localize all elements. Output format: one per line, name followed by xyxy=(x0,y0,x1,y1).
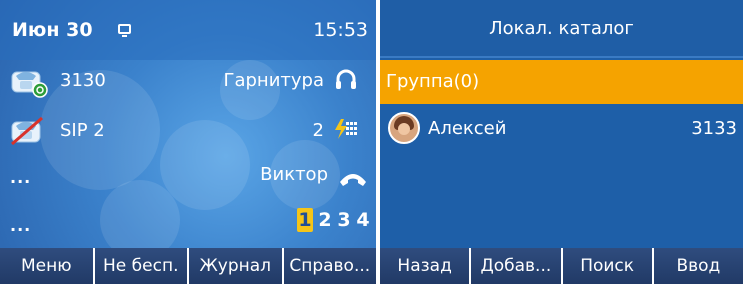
status-bar: Июн 30 15:53 xyxy=(0,0,376,60)
line-label-4[interactable]: ... xyxy=(10,216,31,235)
page-2[interactable]: 2 xyxy=(318,209,332,231)
page-indicator: 1 2 3 4 xyxy=(297,208,370,232)
history-softkey[interactable]: Журнал xyxy=(189,248,284,284)
headset-label: Гарнитура xyxy=(223,70,325,91)
add-softkey[interactable]: Добав... xyxy=(471,248,563,284)
directory-screen: Локал. каталог Группа(0) Алексей 3133 На… xyxy=(380,0,743,284)
search-softkey[interactable]: Поиск xyxy=(563,248,654,284)
softkey-bar: Назад Добав... Поиск Ввод xyxy=(380,248,743,284)
headset-icon xyxy=(334,68,358,92)
page-4[interactable]: 4 xyxy=(356,209,370,231)
page-title: Локал. каталог xyxy=(380,0,743,58)
softkey-bar: Меню Не бесп. Журнал Справо... xyxy=(0,248,376,284)
caller-name[interactable]: Виктор xyxy=(260,164,328,185)
idle-screen: Июн 30 15:53 3130 SIP 2 ... ... Гарнитур… xyxy=(0,0,376,284)
missed-call-count: 2 xyxy=(312,120,324,141)
status-date: Июн 30 xyxy=(12,19,93,41)
registered-phone-icon[interactable] xyxy=(10,66,54,98)
menu-softkey[interactable]: Меню xyxy=(0,248,95,284)
directory-softkey[interactable]: Справо... xyxy=(284,248,377,284)
contact-number: 3133 xyxy=(691,118,737,139)
enter-softkey[interactable]: Ввод xyxy=(654,248,743,284)
line-label-2[interactable]: SIP 2 xyxy=(60,120,105,141)
line-label-3[interactable]: ... xyxy=(10,168,31,187)
handset-icon[interactable] xyxy=(338,170,368,188)
contact-name: Алексей xyxy=(428,118,507,139)
page-1[interactable]: 1 xyxy=(297,208,313,232)
missed-call-icon xyxy=(332,118,358,140)
status-time: 15:53 xyxy=(313,19,368,41)
avatar xyxy=(388,112,420,144)
group-item[interactable]: Группа(0) xyxy=(380,60,743,104)
back-softkey[interactable]: Назад xyxy=(380,248,472,284)
line-label-1[interactable]: 3130 xyxy=(60,70,106,91)
contact-row[interactable]: Алексей 3133 xyxy=(380,106,743,150)
page-3[interactable]: 3 xyxy=(337,209,351,231)
dnd-softkey[interactable]: Не бесп. xyxy=(95,248,189,284)
message-icon xyxy=(118,24,131,37)
unregistered-phone-icon[interactable] xyxy=(10,116,54,148)
